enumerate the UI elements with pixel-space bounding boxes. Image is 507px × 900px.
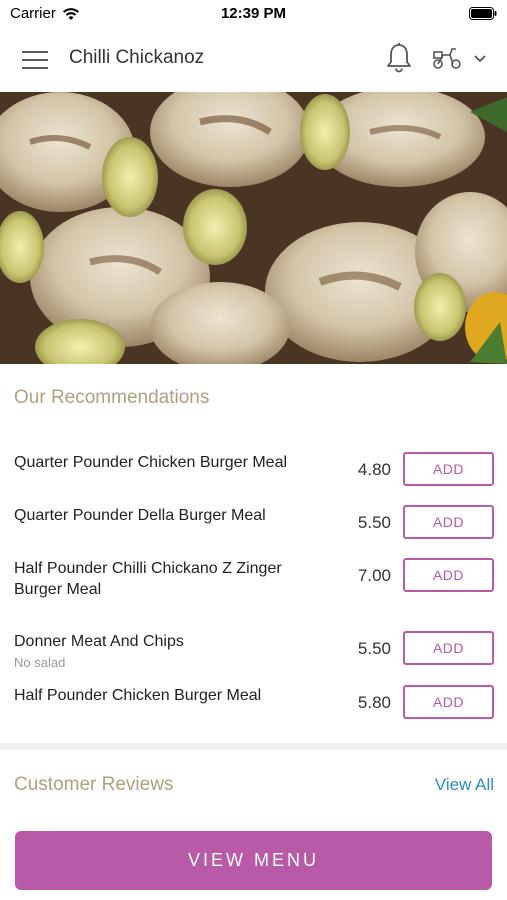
add-button[interactable]: ADD — [403, 685, 494, 719]
item-name: Quarter Pounder Della Burger Meal — [14, 507, 266, 524]
item-name: Quarter Pounder Chicken Burger Meal — [14, 454, 288, 471]
recommendations-title: Our Recommendations — [14, 387, 210, 408]
delivery-scooter-icon[interactable] — [431, 46, 463, 70]
item-price: 7.00 — [357, 566, 391, 585]
item-price: 4.80 — [357, 460, 391, 479]
reviews-title: Customer Reviews — [14, 774, 174, 795]
item-note: No salad — [14, 655, 66, 670]
section-divider — [0, 743, 507, 750]
view-all-reviews-link[interactable]: View All — [435, 775, 494, 795]
item-price: 5.50 — [357, 513, 391, 532]
status-bar: Carrier 12:39 PM — [0, 0, 507, 28]
item-price: 5.50 — [357, 639, 391, 658]
bell-icon[interactable] — [385, 42, 413, 74]
status-time: 12:39 PM — [220, 5, 287, 22]
battery-icon — [469, 7, 497, 20]
item-price: 5.80 — [357, 693, 391, 712]
hero-food-image — [0, 92, 507, 364]
item-name: Donner Meat And Chips — [14, 633, 184, 650]
item-name: Half Pounder Chicken Burger Meal — [14, 687, 262, 704]
add-button[interactable]: ADD — [403, 452, 494, 486]
app-header: Chilli Chickanoz — [0, 28, 507, 92]
grilled-chicken-image — [0, 92, 507, 364]
chevron-down-icon[interactable] — [472, 52, 488, 64]
add-button[interactable]: ADD — [403, 558, 494, 592]
add-button[interactable]: ADD — [403, 505, 494, 539]
item-name: Half Pounder Chilli Chickano Z Zinger Bu… — [14, 560, 282, 598]
view-menu-button[interactable]: VIEW MENU — [15, 831, 492, 890]
hamburger-menu-icon[interactable] — [22, 49, 48, 71]
restaurant-title: Chilli Chickanoz — [69, 47, 205, 68]
add-button[interactable]: ADD — [403, 631, 494, 665]
